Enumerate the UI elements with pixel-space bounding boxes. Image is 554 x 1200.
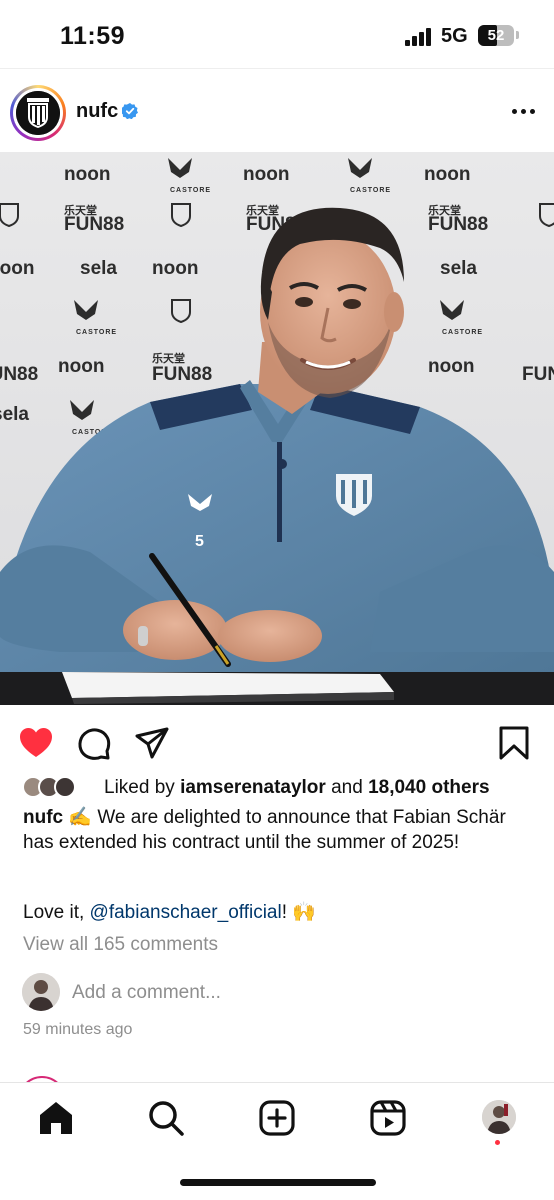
current-user-avatar xyxy=(22,973,60,1011)
notification-dot xyxy=(495,1140,500,1145)
svg-text:乐天堂: 乐天堂 xyxy=(246,203,279,217)
writing-hand-emoji: ✍ xyxy=(68,807,93,828)
story-ring[interactable] xyxy=(10,85,66,141)
likes-prefix: Liked by xyxy=(104,777,175,798)
raised-hands-emoji: 🙌 xyxy=(292,902,316,923)
photo-contract-signing: noon noon noon noon noon noon noon sela … xyxy=(0,152,554,705)
bookmark-icon[interactable] xyxy=(496,725,532,761)
caption-line2-prefix: Love it, xyxy=(23,902,85,923)
likes-joiner: and xyxy=(331,777,363,798)
svg-text:noon: noon xyxy=(428,356,474,377)
svg-text:乐天堂: 乐天堂 xyxy=(64,203,97,217)
home-icon[interactable] xyxy=(36,1098,76,1138)
comment-icon[interactable] xyxy=(76,725,112,761)
view-all-comments-link[interactable]: View all 165 comments xyxy=(23,934,218,956)
svg-text:FUN88: FUN88 xyxy=(152,364,212,385)
verified-badge-icon xyxy=(122,103,138,119)
post-caption: nufc ✍ We are delighted to announce that… xyxy=(23,805,533,855)
add-comment-row[interactable]: Add a comment... xyxy=(22,973,532,1013)
club-crest-icon xyxy=(16,91,60,135)
battery-icon: 52 xyxy=(478,25,514,46)
svg-text:noon: noon xyxy=(152,258,198,279)
network-type: 5G xyxy=(441,25,468,47)
search-icon[interactable] xyxy=(146,1098,186,1138)
more-options-icon[interactable] xyxy=(508,101,538,121)
svg-text:sela: sela xyxy=(0,404,29,425)
status-time: 11:59 xyxy=(60,22,126,50)
svg-text:CASTORE: CASTORE xyxy=(442,329,483,336)
svg-text:noon: noon xyxy=(243,164,289,185)
post-header: nufc xyxy=(0,68,554,152)
svg-text:FUN88: FUN88 xyxy=(64,214,124,235)
caption-line2-suffix: ! xyxy=(281,902,287,923)
svg-text:CASTORE: CASTORE xyxy=(350,187,391,194)
svg-text:FUN88: FUN88 xyxy=(428,214,488,235)
cellular-signal-icon xyxy=(405,28,435,46)
battery-nub xyxy=(516,31,519,39)
share-icon[interactable] xyxy=(134,725,170,761)
svg-text:乐天堂: 乐天堂 xyxy=(152,351,185,365)
post-timestamp: 59 minutes ago xyxy=(23,1021,133,1038)
liker-username[interactable]: iamserenataylor xyxy=(180,777,326,798)
svg-text:noon: noon xyxy=(64,164,110,185)
add-comment-input[interactable]: Add a comment... xyxy=(72,982,221,1004)
profile-avatar[interactable] xyxy=(482,1100,516,1134)
post-actions xyxy=(0,705,554,775)
caption-username[interactable]: nufc xyxy=(23,807,63,828)
home-indicator[interactable] xyxy=(180,1179,376,1186)
post-photo[interactable]: noon noon noon noon noon noon noon sela … xyxy=(0,152,554,705)
svg-text:CASTORE: CASTORE xyxy=(76,329,117,336)
svg-text:乐天堂: 乐天堂 xyxy=(428,203,461,217)
svg-text:CASTORE: CASTORE xyxy=(170,187,211,194)
svg-text:FUN88: FUN88 xyxy=(522,364,554,385)
likes-count[interactable]: 18,040 others xyxy=(368,777,489,798)
avatar-frame xyxy=(13,88,63,138)
svg-text:noon: noon xyxy=(58,356,104,377)
caption-line-2: Love it, @fabianschaer_official! 🙌 xyxy=(23,900,316,925)
status-bar: 11:59 5G 52 xyxy=(0,0,554,68)
likes-text: Liked by iamserenataylor and 18,040 othe… xyxy=(104,777,490,799)
liker-avatars xyxy=(22,776,88,798)
post-username[interactable]: nufc xyxy=(76,100,118,123)
svg-text:sela: sela xyxy=(80,258,117,279)
svg-text:sela: sela xyxy=(440,258,477,279)
avatar[interactable] xyxy=(16,91,60,135)
svg-text:noon: noon xyxy=(0,258,34,279)
caption-text: We are delighted to announce that Fabian… xyxy=(23,807,506,853)
heart-filled-icon[interactable] xyxy=(18,725,54,761)
battery-percent: 52 xyxy=(487,27,505,44)
reels-icon[interactable] xyxy=(368,1098,408,1138)
svg-text:noon: noon xyxy=(424,164,470,185)
shirt-number: 5 xyxy=(195,533,204,550)
svg-text:FUN88: FUN88 xyxy=(0,364,38,385)
create-post-icon[interactable] xyxy=(257,1098,297,1138)
likes-row[interactable]: Liked by iamserenataylor and 18,040 othe… xyxy=(22,776,542,800)
caption-mention[interactable]: @fabianschaer_official xyxy=(90,902,282,923)
